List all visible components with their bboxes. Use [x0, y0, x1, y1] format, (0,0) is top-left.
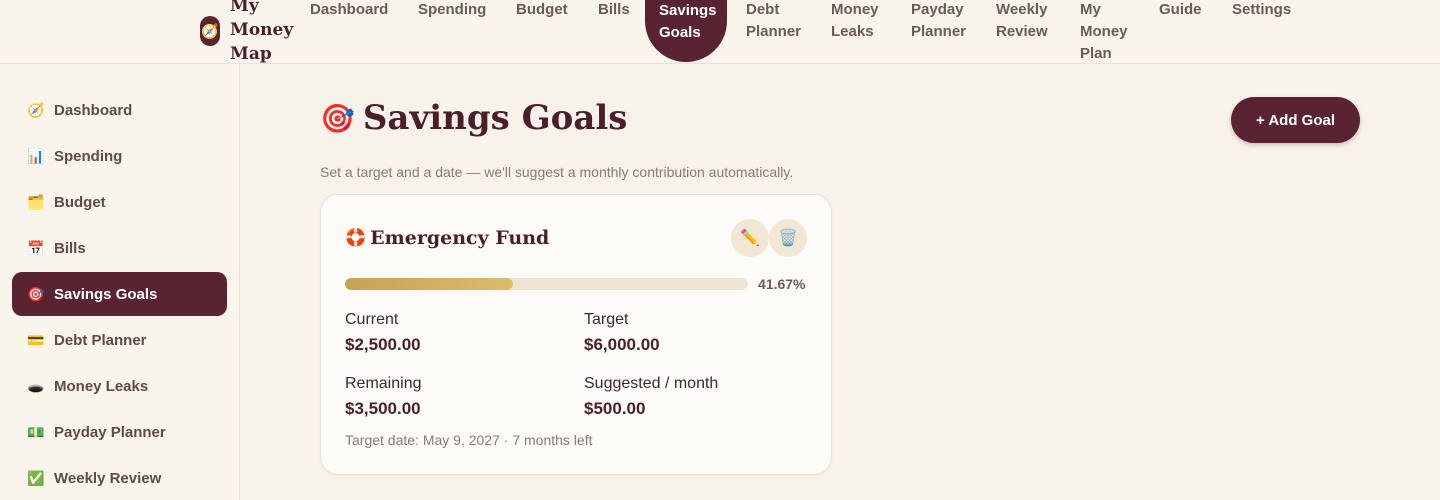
nav-bills[interactable]: Bills: [598, 0, 630, 21]
sidebar-item-label: Savings Goals: [54, 285, 158, 303]
target-value: $6,000.00: [584, 335, 660, 354]
nav-guide[interactable]: Guide: [1159, 0, 1202, 21]
current-value: $2,500.00: [345, 335, 421, 354]
sidebar-item-label: Budget: [54, 193, 106, 211]
goal-card: 🛟 Emergency Fund ✏️ 🗑️ 41.67% Current $2…: [320, 194, 832, 475]
calendar-icon: 📅: [27, 239, 45, 256]
nav-settings[interactable]: Settings: [1232, 0, 1291, 21]
check-mark-icon: ✅: [27, 469, 45, 486]
sidebar-item-bills[interactable]: 📅 Bills: [12, 226, 227, 270]
nav-spending[interactable]: Spending: [418, 0, 486, 21]
suggested-label: Suggested / month: [584, 375, 719, 392]
sidebar: 🧭 Dashboard 📊 Spending 🗂️ Budget 📅 Bills…: [0, 64, 240, 500]
sidebar-item-savings-goals[interactable]: 🎯 Savings Goals: [12, 272, 227, 316]
nav-debt-planner[interactable]: Debt Planner: [746, 0, 806, 43]
goal-name: Emergency Fund: [370, 227, 550, 249]
nav-dashboard[interactable]: Dashboard: [310, 0, 388, 21]
sidebar-item-debt-planner[interactable]: 💳 Debt Planner: [12, 318, 227, 362]
suggested-value: $500.00: [584, 399, 646, 418]
nav-money-leaks[interactable]: Money Leaks: [831, 0, 887, 43]
page-title: 🎯 Savings Goals: [320, 98, 627, 138]
page-subtitle: Set a target and a date — we'll suggest …: [320, 164, 794, 180]
sidebar-item-weekly-review[interactable]: ✅ Weekly Review: [12, 456, 227, 500]
hole-icon: 🕳️: [27, 377, 45, 394]
sidebar-item-payday-planner[interactable]: 💵 Payday Planner: [12, 410, 227, 454]
target-icon: 🎯: [320, 101, 355, 135]
nav-budget[interactable]: Budget: [516, 0, 568, 21]
sidebar-item-label: Weekly Review: [54, 469, 162, 487]
pencil-icon: ✏️: [740, 230, 760, 247]
brand-name: My Money Map: [230, 0, 294, 64]
sidebar-item-dashboard[interactable]: 🧭 Dashboard: [12, 88, 227, 132]
add-goal-button[interactable]: + Add Goal: [1231, 97, 1360, 143]
nav-savings-goals-label: Savings Goals: [659, 2, 717, 41]
banknote-icon: 💵: [27, 423, 45, 440]
credit-card-icon: 💳: [27, 331, 45, 348]
target-icon: 🎯: [27, 285, 45, 302]
compass-icon: 🧭: [200, 16, 220, 46]
sidebar-item-label: Debt Planner: [54, 331, 147, 349]
sidebar-item-budget[interactable]: 🗂️ Budget: [12, 180, 227, 224]
brand[interactable]: 🧭 My Money Map: [200, 0, 294, 66]
bar-chart-icon: 📊: [27, 147, 45, 164]
remaining-label: Remaining: [345, 375, 422, 392]
target-label: Target: [584, 311, 629, 328]
nav-weekly-review[interactable]: Weekly Review: [996, 0, 1052, 43]
trash-icon: 🗑️: [778, 230, 798, 247]
sidebar-item-label: Payday Planner: [54, 423, 166, 441]
sidebar-item-label: Money Leaks: [54, 377, 149, 395]
edit-goal-button[interactable]: ✏️: [731, 219, 769, 257]
remaining-value: $3,500.00: [345, 399, 421, 418]
progress-bar-fill: [345, 278, 513, 290]
page-title-text: Savings Goals: [362, 98, 628, 138]
delete-goal-button[interactable]: 🗑️: [769, 219, 807, 257]
nav-savings-goals[interactable]: Savings Goals: [645, 0, 727, 62]
lifebuoy-icon: 🛟: [345, 228, 367, 248]
progress-percentage: 41.67%: [758, 276, 806, 292]
folder-icon: 🗂️: [27, 193, 45, 210]
sidebar-item-label: Bills: [54, 239, 86, 257]
sidebar-item-money-leaks[interactable]: 🕳️ Money Leaks: [12, 364, 227, 408]
current-label: Current: [345, 311, 399, 328]
nav-my-money-plan[interactable]: My Money Plan: [1080, 0, 1132, 65]
top-navigation-bar: 🧭 My Money Map Dashboard Spending Budget…: [0, 0, 1440, 64]
goal-title: 🛟 Emergency Fund: [345, 227, 549, 249]
sidebar-item-spending[interactable]: 📊 Spending: [12, 134, 227, 178]
nav-payday-planner[interactable]: Payday Planner: [911, 0, 971, 43]
sidebar-item-label: Dashboard: [54, 101, 133, 119]
progress-bar: [345, 278, 748, 290]
target-date: Target date: May 9, 2027 · 7 months left: [345, 432, 593, 448]
sidebar-item-label: Spending: [54, 147, 123, 165]
compass-icon: 🧭: [27, 101, 45, 118]
